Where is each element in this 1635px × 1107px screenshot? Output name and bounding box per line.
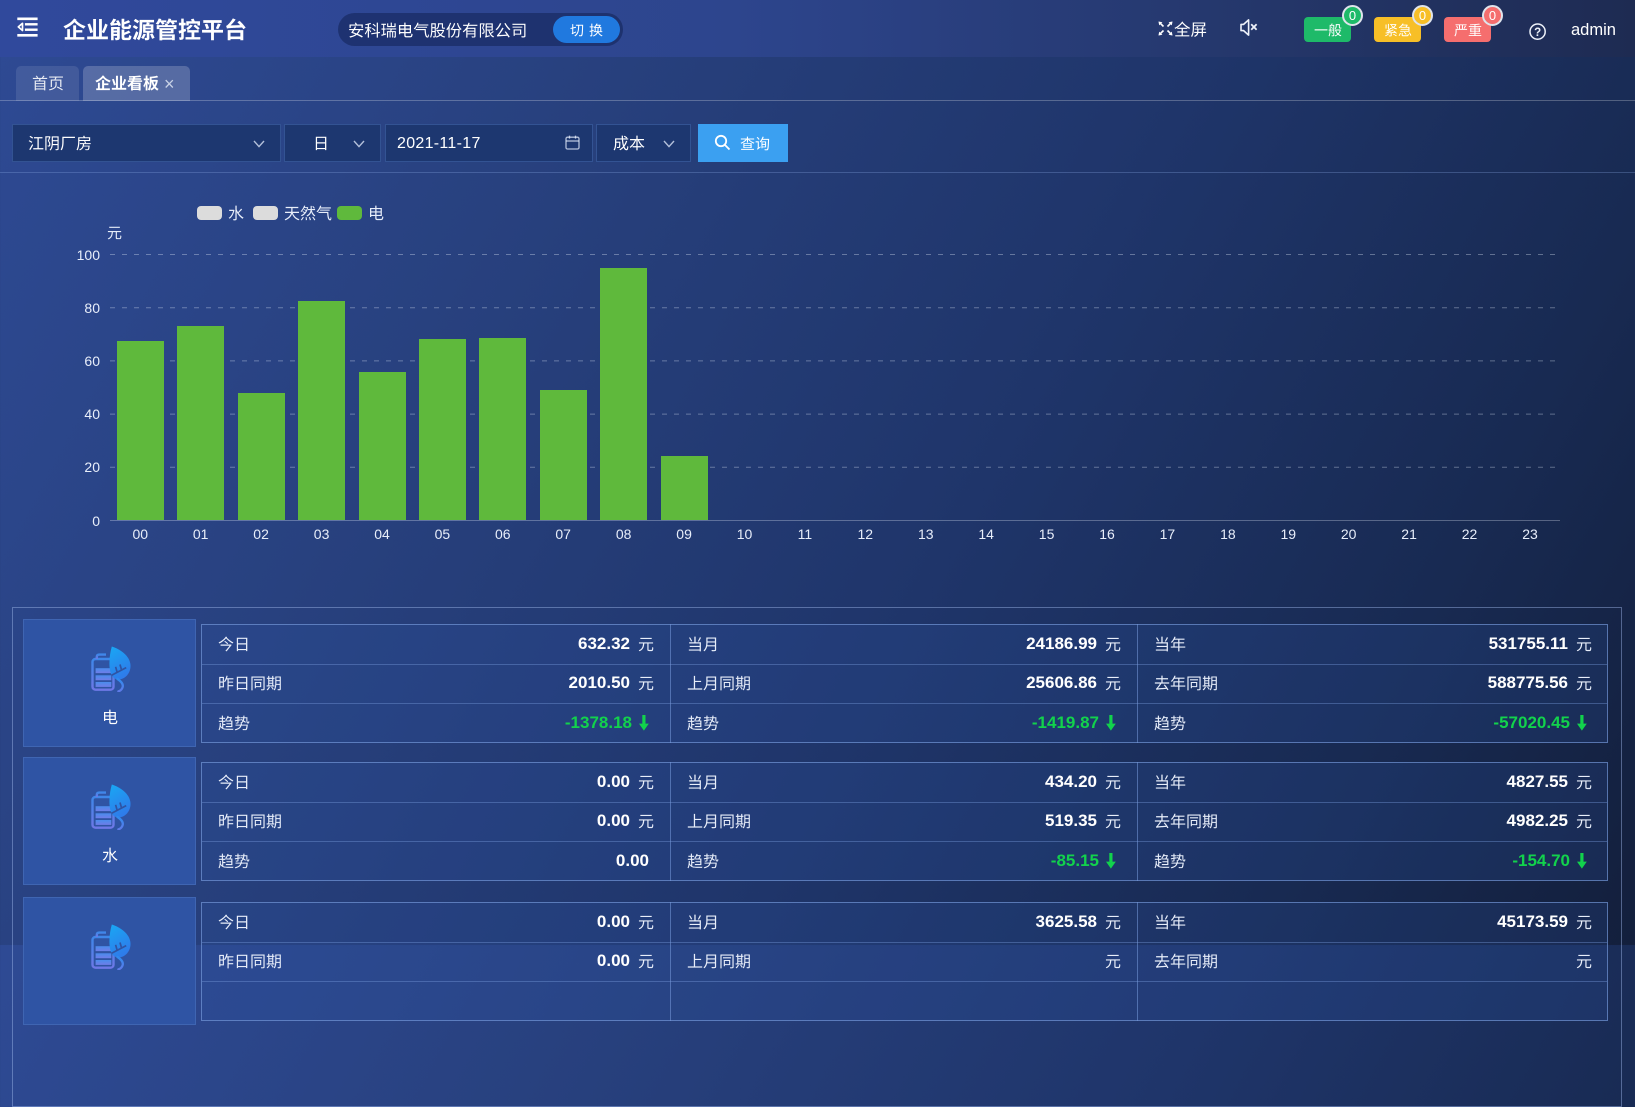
svg-text:?: ? xyxy=(1534,27,1541,39)
